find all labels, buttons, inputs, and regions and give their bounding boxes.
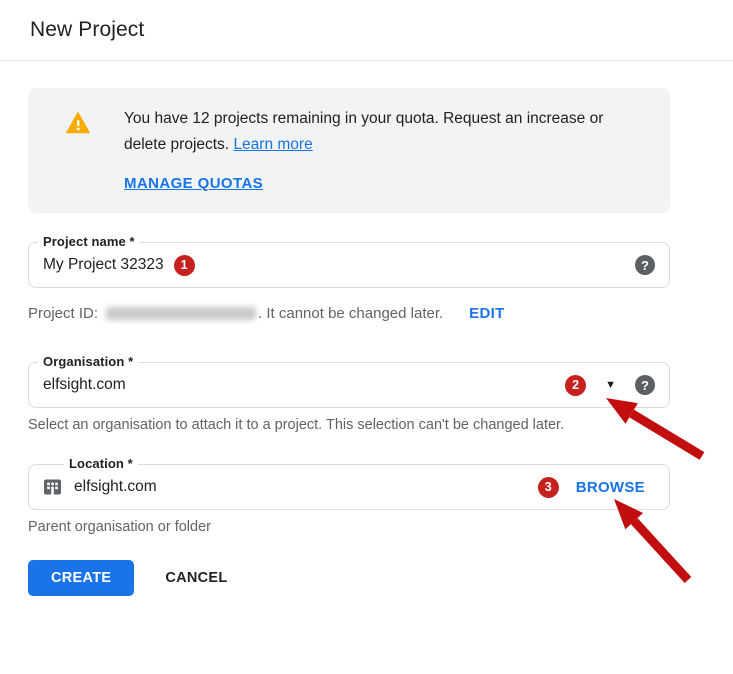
location-helper-text: Parent organisation or folder <box>28 519 211 535</box>
action-buttons: CREATE CANCEL <box>28 560 670 596</box>
page-header: New Project <box>0 0 733 61</box>
cancel-button[interactable]: CANCEL <box>165 570 227 586</box>
learn-more-link[interactable]: Learn more <box>233 136 312 153</box>
new-project-page: New Project You have 12 projects remaini… <box>0 0 733 674</box>
edit-project-id-button[interactable]: EDIT <box>469 305 504 322</box>
project-id-redacted-blur <box>106 307 257 320</box>
browse-button[interactable]: BROWSE <box>576 479 645 496</box>
quota-notice-text: You have 12 projects remaining in your q… <box>124 106 644 158</box>
create-button[interactable]: CREATE <box>28 560 135 596</box>
project-id-row: Project ID: . It cannot be changed later… <box>28 305 670 322</box>
organisation-label: Organisation * <box>38 354 139 369</box>
warning-icon <box>66 112 90 139</box>
step-badge-1: 1 <box>173 254 195 276</box>
project-name-field[interactable]: Project name * My Project 32323 1 ? <box>28 234 670 288</box>
quota-text: You have 12 projects remaining in your q… <box>124 110 604 153</box>
project-id-suffix: . It cannot be changed later. <box>258 305 444 322</box>
content-area: You have 12 projects remaining in your q… <box>28 88 670 596</box>
organisation-select-field[interactable]: Organisation * elfsight.com 2 ▼ ? <box>28 354 670 408</box>
step-badge-3: 3 <box>537 476 559 498</box>
location-field[interactable]: Location * elfsight.com 3 BROWSE <box>28 456 670 510</box>
page-title: New Project <box>30 18 145 41</box>
quota-notice-body: You have 12 projects remaining in your q… <box>124 106 644 193</box>
chevron-down-icon[interactable]: ▼ <box>605 379 616 391</box>
manage-quotas-link[interactable]: MANAGE QUOTAS <box>124 175 263 192</box>
project-name-value: My Project 32323 <box>43 256 164 273</box>
project-name-label: Project name * <box>38 234 140 249</box>
location-value: elfsight.com <box>74 478 157 495</box>
step-badge-2: 2 <box>565 374 587 396</box>
help-icon[interactable]: ? <box>635 375 655 395</box>
organisation-value: elfsight.com <box>43 376 126 393</box>
organisation-building-icon <box>43 478 62 496</box>
organisation-helper-text: Select an organisation to attach it to a… <box>28 417 565 433</box>
project-id-prefix: Project ID: <box>28 305 99 322</box>
quota-notice: You have 12 projects remaining in your q… <box>28 88 670 213</box>
location-label: Location * <box>64 456 138 471</box>
help-icon[interactable]: ? <box>635 255 655 275</box>
